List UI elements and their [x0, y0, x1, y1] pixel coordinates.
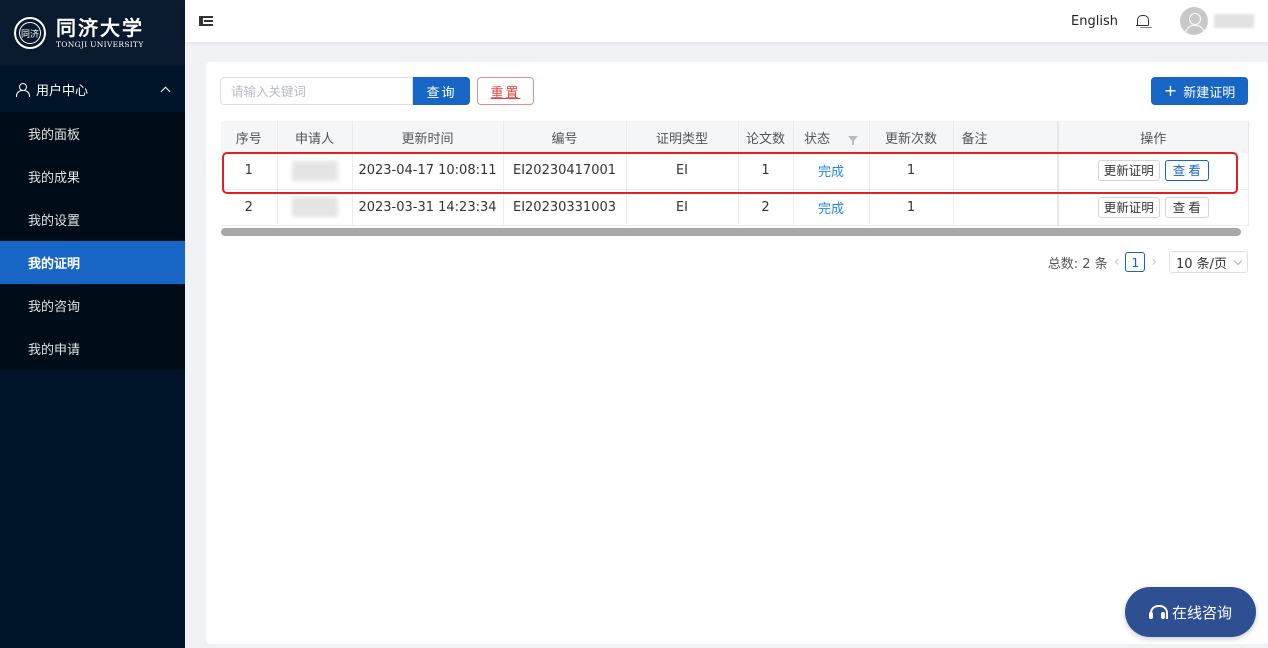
column-header: 编号	[503, 121, 627, 153]
menu-group-user-center[interactable]: 用户中心	[0, 66, 185, 112]
logo-chinese-name: 同济大学	[56, 15, 144, 40]
username-redacted[interactable]	[1214, 14, 1254, 28]
certificate-list-card: 查询 重置 + 新建证明 序号 申请人 更新时间 编号 证明类型 论文数 状态	[206, 62, 1268, 644]
cell-updated: 2023-03-31 14:23:34	[352, 189, 504, 226]
update-certificate-button[interactable]: 更新证明	[1097, 160, 1160, 182]
menu-group-label: 用户中心	[36, 83, 89, 99]
cell-index: 2	[221, 189, 278, 226]
headset-icon	[1148, 604, 1168, 620]
cell-applicant-redacted	[277, 153, 353, 190]
cell-number: EI20230417001	[503, 153, 627, 190]
cell-status: 完成	[793, 189, 870, 226]
cell-papers: 1	[738, 153, 794, 190]
column-header: 证明类型	[626, 121, 739, 153]
cell-update-count: 1	[869, 189, 954, 226]
column-header-status: 状态	[793, 121, 870, 153]
filter-icon[interactable]	[848, 136, 858, 145]
top-header: English	[185, 0, 1268, 42]
search-button[interactable]: 查询	[413, 77, 470, 105]
cell-index: 1	[221, 153, 278, 190]
cell-papers: 2	[738, 189, 794, 226]
reset-button[interactable]: 重置	[477, 77, 534, 105]
bell-icon[interactable]	[1136, 14, 1149, 28]
plus-icon: +	[1163, 81, 1178, 100]
new-certificate-button[interactable]: + 新建证明	[1151, 77, 1248, 105]
next-page-icon[interactable]: ›	[1151, 254, 1157, 270]
prev-page-icon[interactable]: ‹	[1114, 254, 1120, 270]
view-button[interactable]: 查看	[1164, 160, 1209, 182]
table-row: 1 2023-04-17 10:08:11 EI20230417001 EI 1…	[221, 153, 1249, 190]
cell-update-count: 1	[869, 153, 954, 190]
column-header: 序号	[221, 121, 278, 153]
language-switch[interactable]: English	[1071, 14, 1118, 29]
menu-fold-icon[interactable]	[199, 15, 213, 27]
total-count: 总数: 2 条	[1047, 256, 1108, 272]
column-header: 论文数	[738, 121, 794, 153]
university-logo[interactable]: 同济 同济大学 TONGJI UNIVERSITY	[0, 0, 185, 66]
sidebar-item-applications[interactable]: 我的申请	[0, 327, 185, 370]
sidebar: 同济 同济大学 TONGJI UNIVERSITY 用户中心 我的面板 我的成果…	[0, 0, 185, 648]
sidebar-item-achievements[interactable]: 我的成果	[0, 155, 185, 198]
cell-updated: 2023-04-17 10:08:11	[352, 153, 504, 190]
table-row: 2 2023-03-31 14:23:34 EI20230331003 EI 2…	[221, 189, 1249, 226]
certificate-table: 序号 申请人 更新时间 编号 证明类型 论文数 状态 更新次数 备注 操作 1	[221, 121, 1249, 226]
user-icon	[16, 82, 30, 97]
sidebar-item-consultations[interactable]: 我的咨询	[0, 284, 185, 327]
online-consult-button[interactable]: 在线咨询	[1125, 587, 1256, 637]
seal-icon: 同济	[14, 17, 46, 49]
search-input[interactable]	[220, 77, 413, 105]
pagination: 总数: 2 条 ‹ 1 › 10 条/页	[1048, 251, 1248, 273]
submenu: 我的面板 我的成果 我的设置 我的证明 我的咨询 我的申请	[0, 112, 185, 370]
cell-number: EI20230331003	[503, 189, 627, 226]
column-header: 更新次数	[869, 121, 954, 153]
sidebar-item-certificates[interactable]: 我的证明	[0, 241, 185, 284]
cell-status: 完成	[793, 153, 870, 190]
column-header: 申请人	[277, 121, 353, 153]
column-header: 更新时间	[352, 121, 504, 153]
chevron-up-icon	[160, 86, 171, 96]
column-header: 操作	[1057, 121, 1249, 153]
cell-remark	[953, 153, 1059, 190]
chevron-down-icon	[1233, 256, 1243, 265]
page-number[interactable]: 1	[1125, 252, 1146, 272]
view-button[interactable]: 查看	[1164, 196, 1209, 218]
cell-actions: 更新证明 查看	[1057, 153, 1249, 190]
cell-applicant-redacted	[277, 189, 353, 226]
update-certificate-button[interactable]: 更新证明	[1097, 196, 1160, 218]
cell-type: EI	[626, 189, 739, 226]
column-header: 备注	[953, 121, 1059, 153]
cell-remark	[953, 189, 1059, 226]
sidebar-item-settings[interactable]: 我的设置	[0, 198, 185, 241]
logo-english-name: TONGJI UNIVERSITY	[56, 39, 144, 49]
search-bar: 查询 重置	[220, 77, 534, 105]
avatar[interactable]	[1180, 7, 1208, 35]
cell-type: EI	[626, 153, 739, 190]
table-header: 序号 申请人 更新时间 编号 证明类型 论文数 状态 更新次数 备注 操作	[221, 121, 1249, 153]
sidebar-item-dashboard[interactable]: 我的面板	[0, 112, 185, 155]
page-size-select[interactable]: 10 条/页	[1168, 251, 1248, 273]
cell-actions: 更新证明 查看	[1057, 189, 1249, 226]
horizontal-scrollbar[interactable]	[221, 228, 1241, 236]
